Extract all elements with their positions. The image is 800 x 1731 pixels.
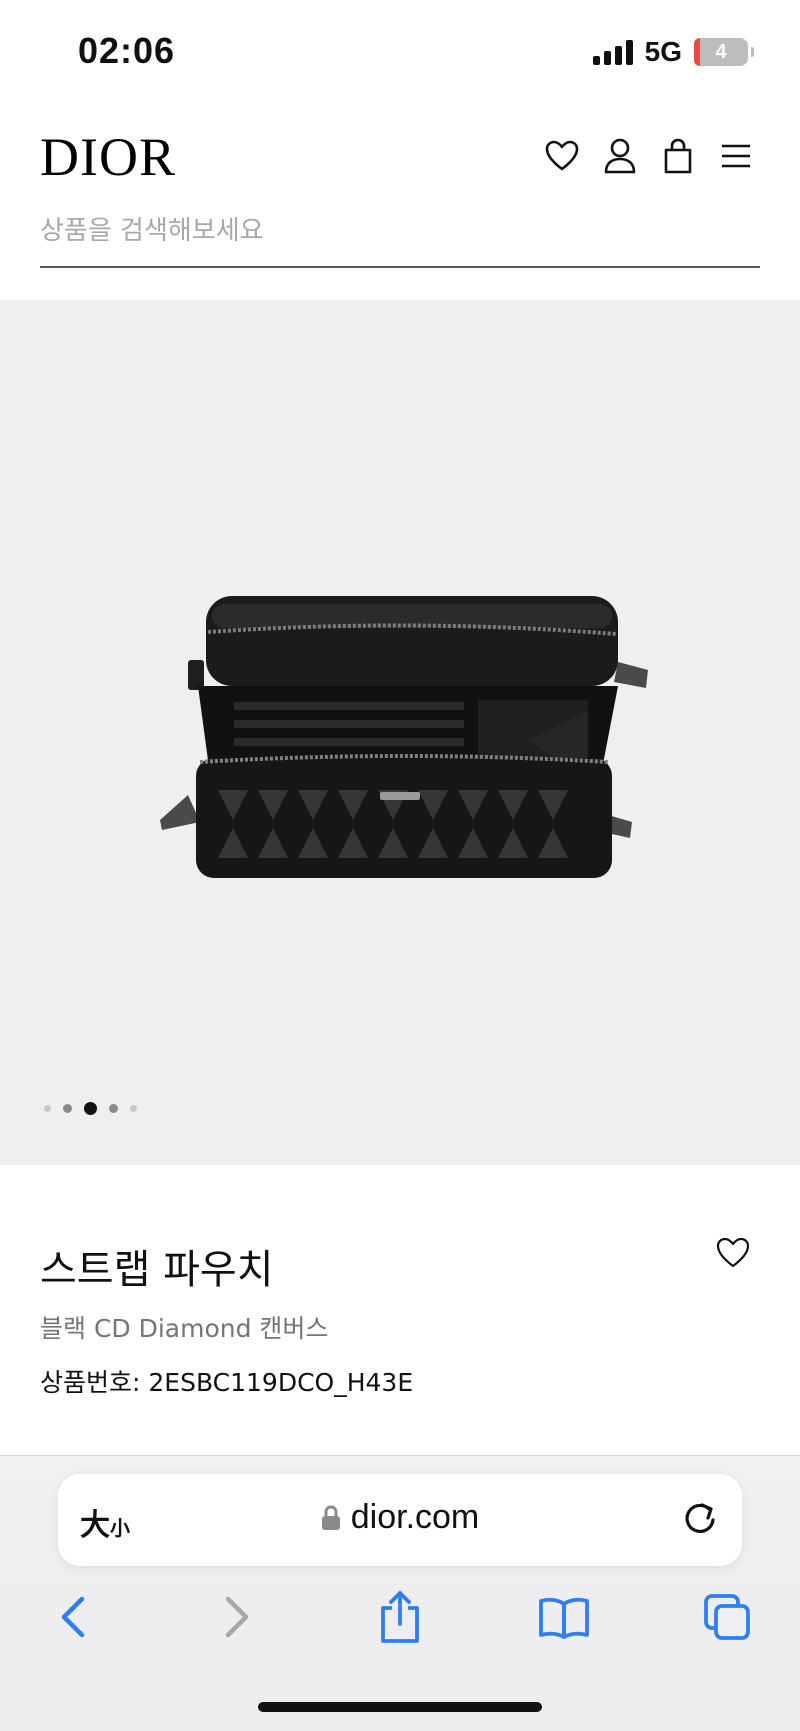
carousel-dot-active[interactable] <box>84 1102 97 1115</box>
header-icons <box>544 136 754 176</box>
product-image[interactable] <box>148 590 658 880</box>
forward-icon[interactable] <box>202 1582 272 1652</box>
search-input[interactable] <box>40 210 760 246</box>
url-text: dior.com <box>350 1498 480 1536</box>
heart-icon[interactable] <box>544 136 580 176</box>
carousel-dot[interactable] <box>130 1105 137 1112</box>
carousel-dots <box>44 1102 137 1115</box>
lock-icon <box>321 1504 340 1530</box>
address-bar[interactable]: 大小 dior.com <box>58 1474 742 1566</box>
carousel-dot[interactable] <box>63 1104 72 1113</box>
search-bar <box>40 210 760 268</box>
browser-chrome: 大小 dior.com <box>0 1455 800 1731</box>
shopping-bag-icon[interactable] <box>660 136 696 176</box>
wishlist-heart-icon[interactable] <box>716 1237 754 1273</box>
url-display[interactable]: dior.com <box>58 1498 742 1537</box>
carousel-dot[interactable] <box>109 1104 118 1113</box>
battery-icon: 4 <box>694 38 754 66</box>
carousel-dot[interactable] <box>44 1105 51 1112</box>
product-gallery[interactable] <box>0 300 800 1165</box>
network-label: 5G <box>644 36 682 67</box>
status-indicators: 5G 4 <box>592 36 754 68</box>
tabs-icon[interactable] <box>692 1582 762 1652</box>
battery-level: 4 <box>715 40 727 63</box>
signal-icon <box>592 39 633 65</box>
home-indicator <box>258 1702 542 1712</box>
reload-icon[interactable] <box>680 1498 720 1538</box>
share-icon[interactable] <box>365 1582 435 1652</box>
account-icon[interactable] <box>602 136 638 176</box>
site-header: DIOR <box>0 120 800 200</box>
back-icon[interactable] <box>38 1582 108 1652</box>
product-subtitle: 블랙 CD Diamond 캔버스 <box>40 1314 329 1343</box>
product-reference: 상품번호: 2ESBC119DCO_H43E <box>40 1368 414 1397</box>
product-info: 스트랩 파우치 블랙 CD Diamond 캔버스 상품번호: 2ESBC119… <box>0 1165 800 1455</box>
status-bar: 02:06 5G 4 <box>0 0 800 100</box>
dior-logo[interactable]: DIOR <box>40 126 176 188</box>
product-title: 스트랩 파우치 <box>40 1247 274 1293</box>
browser-toolbar <box>0 1582 800 1662</box>
bookmarks-icon[interactable] <box>529 1582 599 1652</box>
status-time: 02:06 <box>78 30 176 71</box>
menu-icon[interactable] <box>718 136 754 176</box>
